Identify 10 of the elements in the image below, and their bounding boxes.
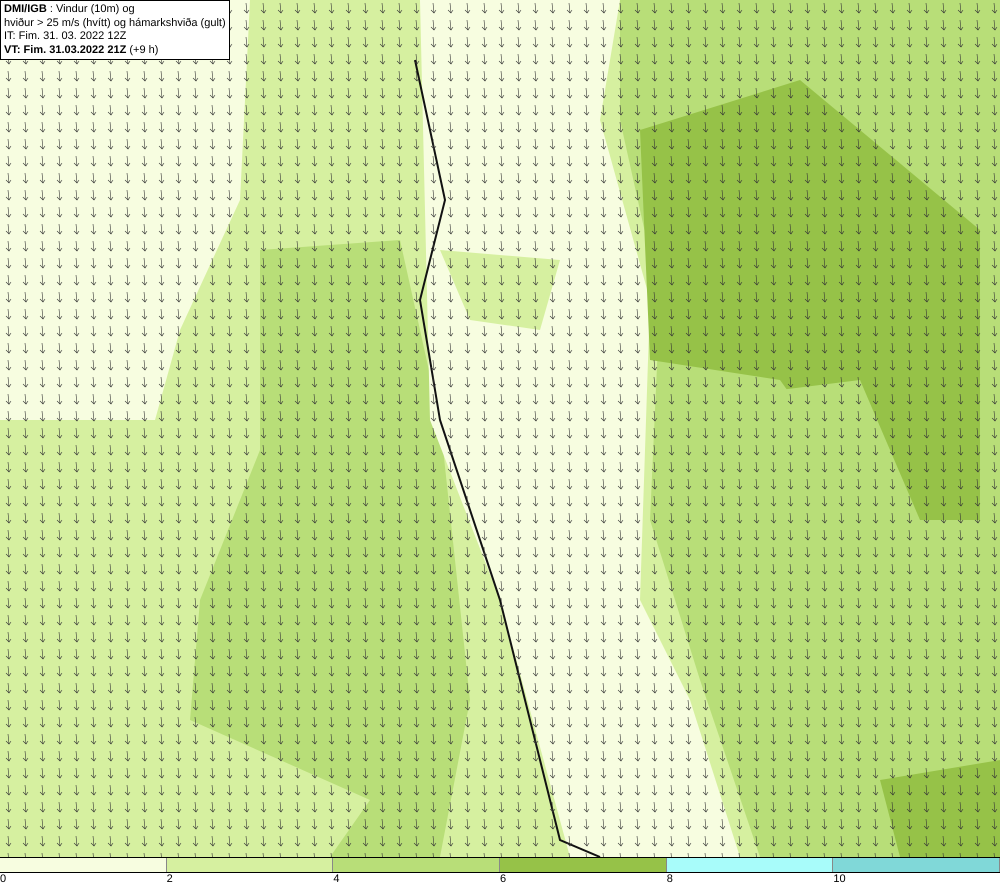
info-text: DMI/IGB : Vindur (10m) og xyxy=(4,3,136,16)
info-text: hviður > 25 m/s (hvítt) og hámarkshviða (gult) xyxy=(4,16,226,30)
legend-tick-label: 0 xyxy=(0,873,6,885)
legend-tick-label: 10 xyxy=(833,873,846,885)
legend-tick-label: 6 xyxy=(500,873,506,885)
legend-tick-label: 8 xyxy=(666,873,673,885)
info-text: VT: Fim. 31.03.2022 21Z (+9 h) xyxy=(4,44,160,57)
legend-tick-label: 4 xyxy=(333,873,340,885)
legend-tick-label: 2 xyxy=(166,873,173,885)
info-text: IT: Fim. 31. 03. 2022 12Z xyxy=(4,30,128,44)
